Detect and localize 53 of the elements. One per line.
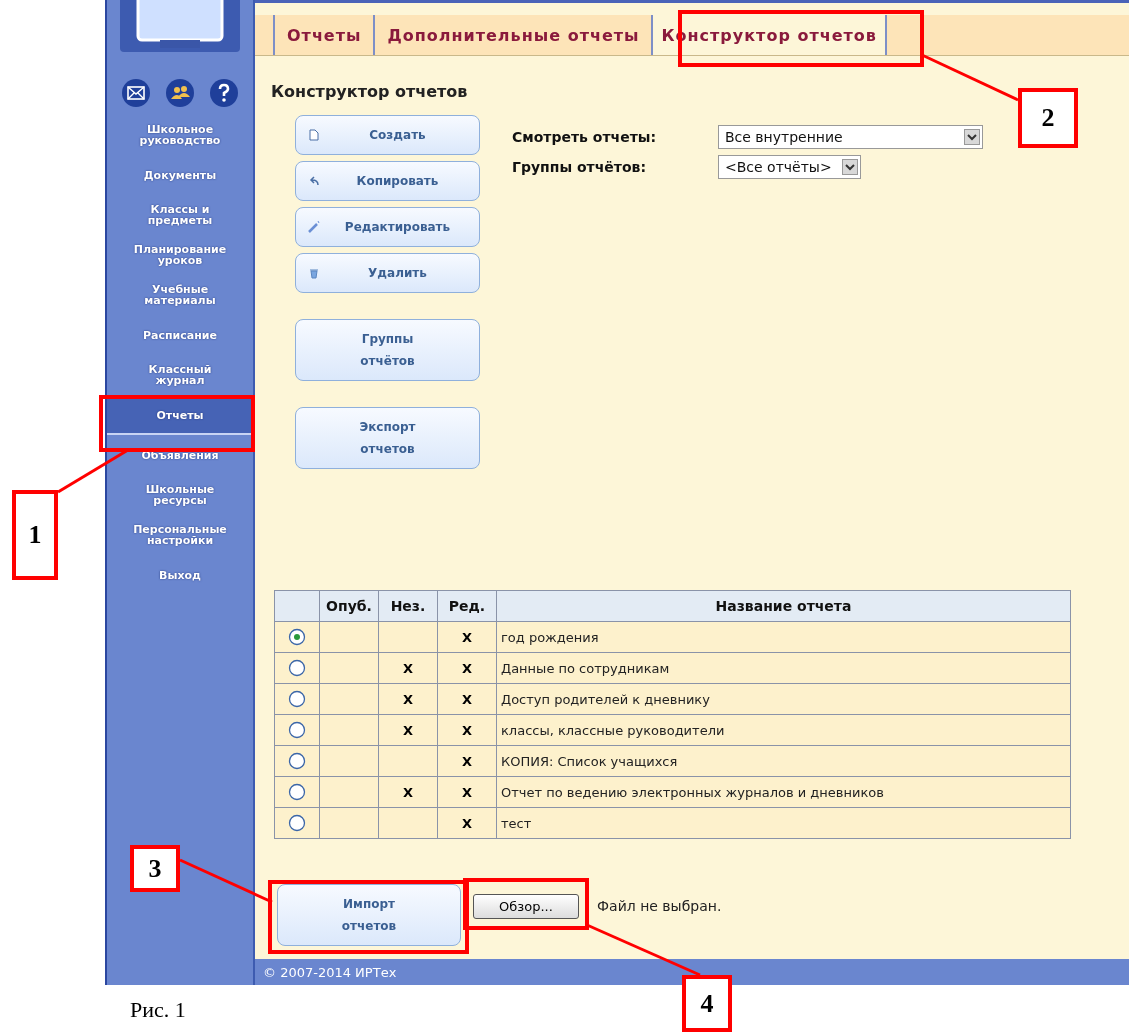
sidebar-item[interactable]: Школьное руководство xyxy=(107,115,253,155)
table-cell: X xyxy=(403,784,413,800)
sidebar-item[interactable]: Учебные материалы xyxy=(107,275,253,315)
filter-label: Смотреть отчеты: xyxy=(512,129,658,145)
sidebar-item[interactable]: Персональные настройки xyxy=(107,515,253,555)
table-cell: год рождения xyxy=(501,629,599,645)
table-cell: X xyxy=(403,660,413,676)
large-button[interactable]: Экспорт отчетов xyxy=(295,407,480,469)
callout-number: 2 xyxy=(1018,88,1078,148)
table-cell: Доступ родителей к дневнику xyxy=(501,691,710,707)
table-cell: X xyxy=(462,784,472,800)
import-button[interactable]: Импорт отчетов xyxy=(277,884,461,946)
sidebar-item[interactable]: Классы и предметы xyxy=(107,195,253,235)
footer: © 2007-2014 ИРТех xyxy=(255,959,1129,985)
table-cell: X xyxy=(462,753,472,769)
table-cell: X xyxy=(462,722,472,738)
file-status: Файл не выбран. xyxy=(597,898,722,914)
dropdown[interactable]: Все внутренние xyxy=(718,125,983,149)
table-cell: Отчет по ведению электронных журналов и дневников xyxy=(501,784,884,800)
filter-label: Группы отчётов: xyxy=(512,159,647,175)
table-cell: X xyxy=(462,815,472,831)
table-cell: X xyxy=(462,660,472,676)
sidebar-item[interactable]: Расписание xyxy=(107,315,253,355)
dropdown[interactable]: <Все отчёты> xyxy=(718,155,861,179)
callout-number: 1 xyxy=(12,490,58,580)
sidebar-item[interactable]: Школьные ресурсы xyxy=(107,475,253,515)
column-header: Название отчета xyxy=(496,590,1071,622)
toolbar-button[interactable]: Создать xyxy=(295,115,480,155)
figure-caption: Рис. 1 xyxy=(130,997,186,1023)
column-header: Нез. xyxy=(378,590,438,622)
table-cell: X xyxy=(462,691,472,707)
table-cell: КОПИЯ: Список учащихся xyxy=(501,753,678,769)
large-button[interactable]: Группы отчётов xyxy=(295,319,480,381)
sidebar-item[interactable]: Объявления xyxy=(107,435,253,475)
table-cell: тест xyxy=(501,815,532,831)
table-cell: X xyxy=(462,629,472,645)
table-cell: классы, классные руководители xyxy=(501,722,725,738)
column-header: Ред. xyxy=(437,590,497,622)
column-header: Опуб. xyxy=(319,590,379,622)
table-cell: Данные по сотрудникам xyxy=(501,660,670,676)
toolbar-button[interactable]: Удалить xyxy=(295,253,480,293)
sidebar-item[interactable]: Документы xyxy=(107,155,253,195)
sidebar-item[interactable]: Планирование уроков xyxy=(107,235,253,275)
toolbar-button[interactable]: Редактировать xyxy=(295,207,480,247)
callout-number: 3 xyxy=(130,845,180,892)
toolbar-button[interactable]: Копировать xyxy=(295,161,480,201)
table-cell: X xyxy=(403,691,413,707)
callout-number: 4 xyxy=(682,975,732,1032)
browse-button[interactable]: Обзор... xyxy=(473,894,579,919)
table-cell: X xyxy=(403,722,413,738)
page-title: Конструктор отчетов xyxy=(271,82,468,101)
sidebar-item[interactable]: Выход xyxy=(107,555,253,595)
sidebar-item[interactable]: Классный журнал xyxy=(107,355,253,395)
